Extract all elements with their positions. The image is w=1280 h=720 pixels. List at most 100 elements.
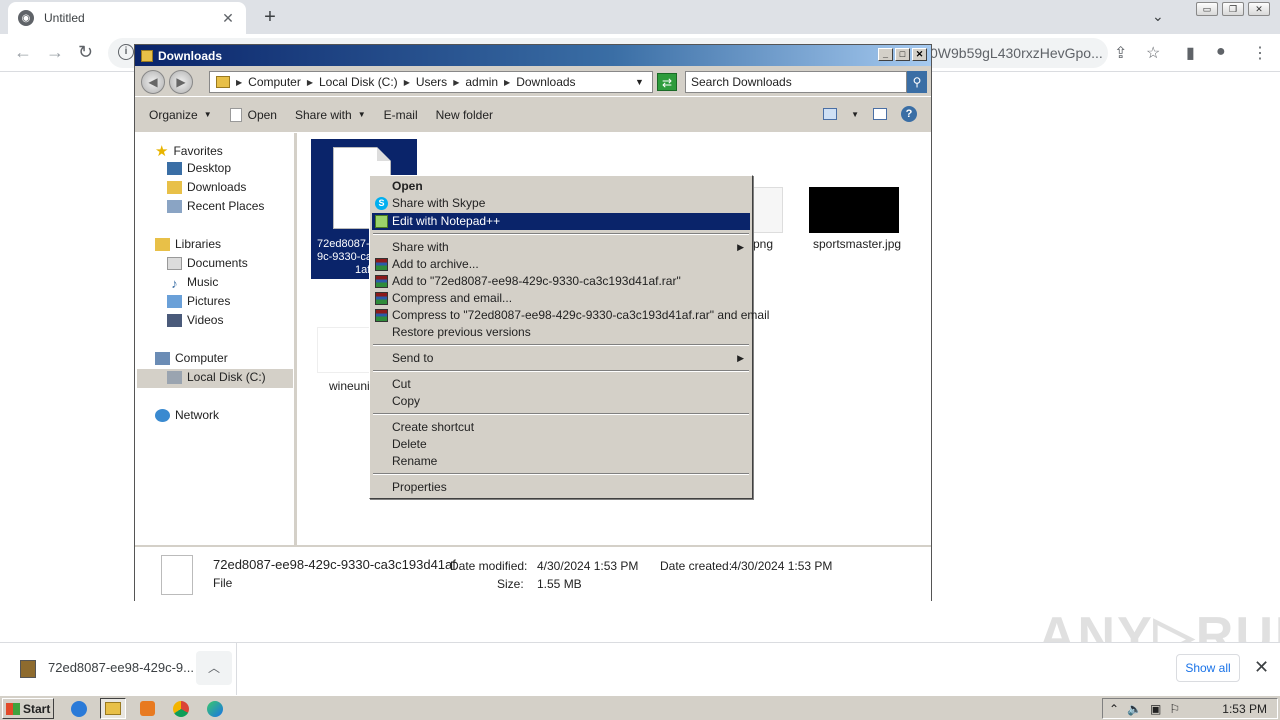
preview-pane-icon[interactable] xyxy=(873,108,887,120)
nav-computer[interactable]: Computer xyxy=(155,351,228,365)
explorer-maximize-button[interactable]: □ xyxy=(895,48,910,61)
menu-item-compress-rar-email[interactable]: Compress to "72ed8087-ee98-429c-9330-ca3… xyxy=(372,307,769,324)
open-button[interactable]: Open xyxy=(229,107,277,122)
tray-expand-icon[interactable]: ⌃ xyxy=(1109,702,1119,716)
crumb-users[interactable]: Users xyxy=(416,75,447,89)
network-tray-icon[interactable]: ▣ xyxy=(1150,702,1161,716)
tab-close-icon[interactable]: ✕ xyxy=(220,10,236,27)
winrar-icon xyxy=(375,292,388,305)
menu-kebab-icon[interactable]: ⋮ xyxy=(1252,43,1268,63)
menu-item-open[interactable]: Open xyxy=(372,178,750,195)
change-view-icon[interactable] xyxy=(823,108,838,120)
crumb-downloads[interactable]: Downloads xyxy=(516,75,575,89)
download-options-chevron-icon[interactable]: ︿ xyxy=(196,651,232,685)
explorer-back-icon[interactable]: ◀ xyxy=(141,70,165,94)
show-all-button[interactable]: Show all xyxy=(1176,654,1240,682)
action-center-flag-icon[interactable]: ⚐ xyxy=(1169,702,1180,716)
crumb-local-disk[interactable]: Local Disk (C:) xyxy=(319,75,398,89)
back-arrow-icon[interactable]: ← xyxy=(14,42,32,63)
explorer-minimize-button[interactable]: _ xyxy=(878,48,893,61)
reload-icon[interactable]: ↻ xyxy=(78,42,93,63)
taskbar-explorer-icon[interactable] xyxy=(100,698,126,719)
nav-documents[interactable]: Documents xyxy=(167,256,248,270)
desktop-icon xyxy=(167,161,182,175)
details-created-label: Date created: xyxy=(660,559,733,573)
clock[interactable]: 1:53 PM xyxy=(1222,702,1277,716)
png-file-name[interactable]: png xyxy=(753,237,773,251)
menu-item-create-shortcut[interactable]: Create shortcut xyxy=(372,419,750,436)
sportsmaster-thumbnail[interactable] xyxy=(809,187,899,233)
browser-tab[interactable]: ◉ Untitled ✕ xyxy=(8,2,246,34)
crumb-admin[interactable]: admin xyxy=(465,75,498,89)
nav-pictures[interactable]: Pictures xyxy=(167,294,230,308)
taskbar-ie-icon[interactable] xyxy=(66,698,92,719)
nav-libraries[interactable]: Libraries xyxy=(155,237,221,251)
sportsmaster-file-name[interactable]: sportsmaster.jpg xyxy=(813,237,901,251)
new-folder-button[interactable]: New folder xyxy=(436,108,493,122)
disk-drive-icon xyxy=(167,370,182,384)
nav-network[interactable]: Network xyxy=(155,408,219,422)
restore-button[interactable]: ❐ xyxy=(1222,2,1244,16)
download-item-name[interactable]: 72ed8087-ee98-429c-9... xyxy=(48,660,194,675)
explorer-titlebar[interactable]: Downloads _ □ ✕ xyxy=(135,45,931,66)
nav-favorites[interactable]: ★ Favorites xyxy=(155,142,223,160)
menu-item-send-to[interactable]: Send to ▶ xyxy=(372,350,750,367)
menu-item-share-with[interactable]: Share with ▶ xyxy=(372,239,750,256)
menu-item-restore-versions[interactable]: Restore previous versions xyxy=(372,324,750,341)
address-dropdown-icon[interactable]: ▼ xyxy=(635,77,644,87)
taskbar-media-player-icon[interactable] xyxy=(134,698,160,719)
search-input[interactable]: Search Downloads xyxy=(685,71,907,93)
share-icon[interactable]: ⇪ xyxy=(1114,43,1127,63)
nav-videos[interactable]: Videos xyxy=(167,313,223,327)
search-icon[interactable]: ⚲ xyxy=(907,71,927,93)
nav-downloads[interactable]: Downloads xyxy=(167,180,246,194)
menu-item-cut[interactable]: Cut xyxy=(372,376,750,393)
menu-item-share-skype[interactable]: S Share with Skype xyxy=(372,195,750,212)
tab-search-chevron-icon[interactable]: ⌄ xyxy=(1152,8,1164,25)
breadcrumb[interactable]: ▶ Computer ▶ Local Disk (C:) ▶ Users ▶ a… xyxy=(209,71,653,93)
menu-item-delete[interactable]: Delete xyxy=(372,436,750,453)
organize-dropdown-icon: ▼ xyxy=(203,110,212,119)
menu-item-properties[interactable]: Properties xyxy=(372,479,750,496)
nav-local-disk[interactable]: Local Disk (C:) xyxy=(167,370,266,384)
wineunit-file-name[interactable]: wineunit xyxy=(329,379,373,393)
share-with-button[interactable]: Share with ▼ xyxy=(295,108,366,122)
explorer-forward-icon[interactable]: ▶ xyxy=(169,70,193,94)
close-shelf-icon[interactable]: ✕ xyxy=(1254,657,1269,678)
menu-item-edit-notepadpp[interactable]: Edit with Notepad++ xyxy=(372,213,750,230)
png-file-thumbnail[interactable] xyxy=(753,187,783,233)
view-dropdown-icon[interactable]: ▼ xyxy=(851,110,859,119)
nav-documents-label: Documents xyxy=(187,256,248,270)
winrar-icon xyxy=(375,275,388,288)
wineunit-thumbnail[interactable] xyxy=(317,327,371,373)
bookmark-star-icon[interactable]: ☆ xyxy=(1146,43,1160,63)
email-button[interactable]: E-mail xyxy=(384,108,418,122)
crumb-computer[interactable]: Computer xyxy=(248,75,301,89)
profile-avatar-icon[interactable]: ● xyxy=(1216,43,1226,61)
start-button[interactable]: Start xyxy=(2,698,54,719)
nav-recent-places[interactable]: Recent Places xyxy=(167,199,264,213)
details-file-name: 72ed8087-ee98-429c-9330-ca3c193d41af xyxy=(213,557,456,572)
organize-button[interactable]: Organize ▼ xyxy=(149,108,212,122)
menu-item-add-archive[interactable]: Add to archive... xyxy=(372,256,750,273)
new-tab-button[interactable]: + xyxy=(258,6,282,28)
taskbar-chrome-icon[interactable] xyxy=(168,698,194,719)
refresh-icon[interactable]: ⇄ xyxy=(657,73,677,91)
nav-music[interactable]: ♪ Music xyxy=(167,275,218,291)
nav-pictures-label: Pictures xyxy=(187,294,231,308)
close-button[interactable]: ✕ xyxy=(1248,2,1270,16)
explorer-close-button[interactable]: ✕ xyxy=(912,48,927,61)
minimize-button[interactable]: ▭ xyxy=(1196,2,1218,16)
nav-desktop[interactable]: Desktop xyxy=(167,161,231,175)
taskbar-edge-icon[interactable] xyxy=(202,698,228,719)
forward-arrow-icon[interactable]: → xyxy=(46,42,64,63)
menu-item-compress-email[interactable]: Compress and email... xyxy=(372,290,750,307)
help-icon[interactable]: ? xyxy=(901,106,917,122)
selected-file-name-line1: 72ed8087- xyxy=(317,238,370,250)
menu-item-add-rar[interactable]: Add to "72ed8087-ee98-429c-9330-ca3c193d… xyxy=(372,273,750,290)
volume-icon[interactable]: 🔈 xyxy=(1127,702,1142,716)
side-panel-icon[interactable]: ▮ xyxy=(1186,43,1195,63)
site-info-icon[interactable]: i xyxy=(118,44,134,60)
menu-item-rename[interactable]: Rename xyxy=(372,453,750,470)
menu-item-copy[interactable]: Copy xyxy=(372,393,750,410)
